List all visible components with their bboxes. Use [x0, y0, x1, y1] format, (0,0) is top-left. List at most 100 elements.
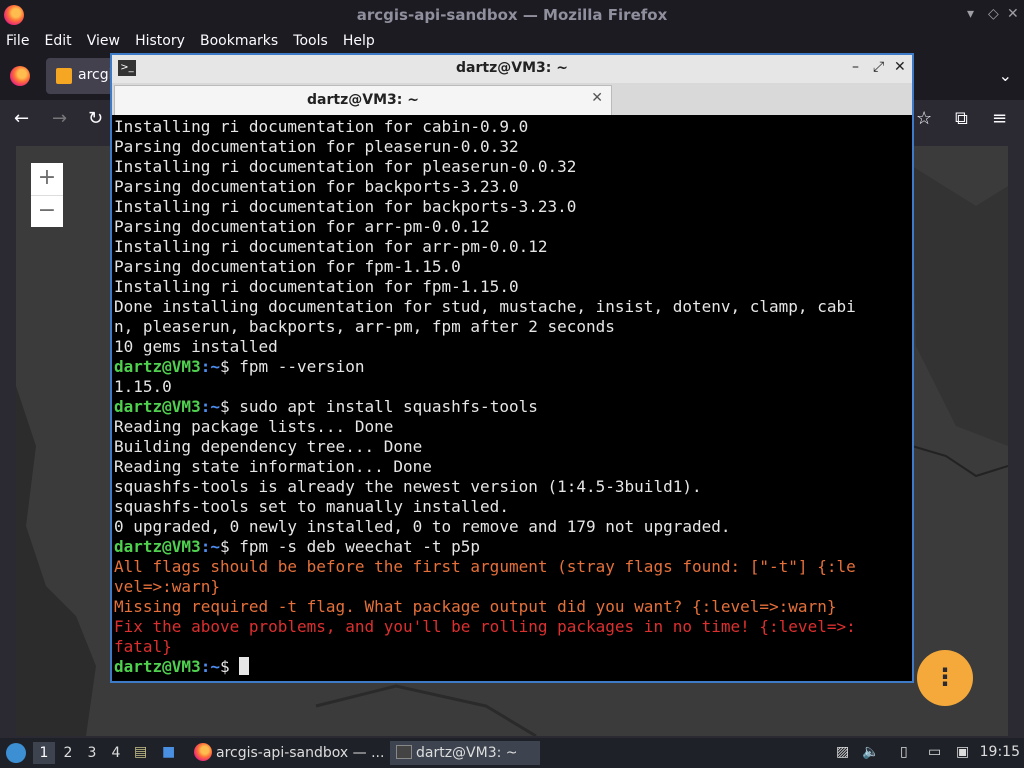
terminal-line: Reading state information... Done: [114, 457, 910, 477]
menu-tools[interactable]: Tools: [293, 31, 328, 49]
prompt-path: :~: [200, 357, 220, 376]
terminal-tab-label: dartz@VM3: ~: [307, 92, 419, 108]
zoom-in-button[interactable]: +: [31, 163, 63, 195]
terminal-cursor: [239, 657, 250, 675]
clock[interactable]: 19:15: [980, 744, 1020, 760]
hamburger-menu-icon[interactable]: ≡: [992, 108, 1007, 129]
task-terminal-label: dartz@VM3: ~: [416, 745, 518, 761]
desktop-icon[interactable]: ■: [162, 744, 175, 760]
terminal-line-text: Parsing documentation for fpm-1.15.0: [114, 257, 461, 276]
zoom-out-button[interactable]: −: [31, 196, 63, 228]
terminal-line-text: 1.15.0: [114, 377, 172, 396]
terminal-task-icon: [396, 745, 412, 759]
terminal-maximize-icon[interactable]: ⤢: [873, 59, 884, 75]
workspace-1[interactable]: 1: [33, 742, 55, 764]
menu-history[interactable]: History: [135, 31, 185, 49]
terminal-line-text: squashfs-tools set to manually installed…: [114, 497, 509, 516]
terminal-line: Parsing documentation for fpm-1.15.0: [114, 257, 910, 277]
terminal-output[interactable]: Installing ri documentation for cabin-0.…: [114, 117, 910, 679]
terminal-line: dartz@VM3:~$ sudo apt install squashfs-t…: [114, 397, 910, 417]
terminal-line: Installing ri documentation for cabin-0.…: [114, 117, 910, 137]
terminal-line: n, pleaserun, backports, arr-pm, fpm aft…: [114, 317, 910, 337]
forward-arrow-icon[interactable]: →: [52, 108, 67, 129]
file-manager-icon[interactable]: ▤: [134, 744, 147, 760]
task-firefox[interactable]: arcgis-api-sandbox — ...: [194, 741, 386, 765]
prompt-command: $ sudo apt install squashfs-tools: [219, 397, 538, 416]
prompt-path: :~: [200, 397, 220, 416]
terminal-line-text: Building dependency tree... Done: [114, 437, 423, 456]
prompt-path: :~: [200, 537, 220, 556]
prompt-command: $ fpm -s deb weechat -t p5p: [219, 537, 481, 556]
terminal-tabbar: dartz@VM3: ~ ✕: [112, 83, 912, 115]
network-icon[interactable]: ▭: [928, 744, 941, 760]
menu-edit[interactable]: Edit: [45, 31, 72, 49]
terminal-line-text: Parsing documentation for arr-pm-0.0.12: [114, 217, 490, 236]
browser-tab-label: arcgi: [78, 67, 113, 83]
terminal-titlebar: >_ dartz@VM3: ~ – ⤢ ✕: [112, 55, 912, 83]
list-tabs-chevron-icon[interactable]: ⌄: [999, 66, 1012, 85]
workspace-3[interactable]: 3: [81, 742, 103, 764]
terminal-line-text: Reading state information... Done: [114, 457, 432, 476]
terminal-line: Installing ri documentation for fpm-1.15…: [114, 277, 910, 297]
back-arrow-icon[interactable]: ←: [14, 108, 29, 129]
terminal-line-text: 10 gems installed: [114, 337, 278, 356]
terminal-line-text: vel=>:warn}: [114, 577, 220, 596]
terminal-line: Installing ri documentation for pleaseru…: [114, 157, 910, 177]
volume-icon[interactable]: 🔈: [862, 744, 879, 760]
more-options-fab[interactable]: ⋮: [917, 650, 973, 706]
prompt-path: :~: [200, 657, 220, 676]
menu-file[interactable]: File: [6, 31, 29, 49]
terminal-line: dartz@VM3:~$ fpm --version: [114, 357, 910, 377]
terminal-line-text: Parsing documentation for backports-3.23…: [114, 177, 519, 196]
task-firefox-label: arcgis-api-sandbox — ...: [216, 745, 385, 761]
firefox-view-icon[interactable]: [10, 66, 30, 86]
close-icon[interactable]: ✕: [1007, 6, 1019, 22]
maximize-icon[interactable]: ◇: [988, 6, 999, 22]
terminal-line-text: 0 upgraded, 0 newly installed, 0 to remo…: [114, 517, 731, 536]
terminal-line: Missing required -t flag. What package o…: [114, 597, 910, 617]
updates-icon[interactable]: ▣: [956, 744, 969, 760]
terminal-minimize-icon[interactable]: –: [852, 59, 859, 75]
clipboard-icon[interactable]: ▯: [900, 744, 908, 760]
terminal-line-text: Installing ri documentation for fpm-1.15…: [114, 277, 519, 296]
terminal-line: Building dependency tree... Done: [114, 437, 910, 457]
task-terminal[interactable]: dartz@VM3: ~: [390, 741, 540, 765]
prompt-user: dartz@VM3: [114, 397, 201, 416]
minimize-icon[interactable]: ▾: [967, 6, 974, 22]
prompt-user: dartz@VM3: [114, 537, 201, 556]
terminal-line-text: Reading package lists... Done: [114, 417, 394, 436]
terminal-tab[interactable]: dartz@VM3: ~ ✕: [114, 85, 612, 115]
terminal-close-icon[interactable]: ✕: [894, 59, 906, 75]
brightness-icon[interactable]: ▨: [836, 744, 849, 760]
start-menu-icon[interactable]: [6, 743, 26, 763]
terminal-line-text: Parsing documentation for pleaserun-0.0.…: [114, 137, 519, 156]
terminal-line-text: Installing ri documentation for backport…: [114, 197, 577, 216]
terminal-line: vel=>:warn}: [114, 577, 910, 597]
terminal-line: Done installing documentation for stud, …: [114, 297, 910, 317]
taskbar: 1 2 3 4 ▤ ■ arcgis-api-sandbox — ... dar…: [0, 738, 1024, 768]
favicon-icon: [56, 68, 72, 84]
reload-icon[interactable]: ↻: [88, 108, 103, 129]
terminal-line-text: Installing ri documentation for arr-pm-0…: [114, 237, 548, 256]
menu-bookmarks[interactable]: Bookmarks: [200, 31, 278, 49]
bookmark-star-icon[interactable]: ☆: [916, 108, 932, 129]
firefox-window-title: arcgis-api-sandbox — Mozilla Firefox: [356, 6, 668, 24]
terminal-line-text: fatal}: [114, 637, 172, 656]
terminal-tab-close-icon[interactable]: ✕: [591, 90, 603, 106]
workspace-2[interactable]: 2: [57, 742, 79, 764]
terminal-line-text: Missing required -t flag. What package o…: [114, 597, 837, 616]
terminal-line: Reading package lists... Done: [114, 417, 910, 437]
zoom-control: + −: [31, 163, 63, 227]
terminal-line: Parsing documentation for backports-3.23…: [114, 177, 910, 197]
terminal-line: Parsing documentation for pleaserun-0.0.…: [114, 137, 910, 157]
extensions-icon[interactable]: ⧉: [955, 108, 968, 129]
terminal-window-title: dartz@VM3: ~: [456, 60, 568, 76]
terminal-line: Installing ri documentation for backport…: [114, 197, 910, 217]
terminal-line-text: n, pleaserun, backports, arr-pm, fpm aft…: [114, 317, 615, 336]
menu-help[interactable]: Help: [343, 31, 375, 49]
prompt-user: dartz@VM3: [114, 657, 201, 676]
terminal-line-text: Installing ri documentation for cabin-0.…: [114, 117, 529, 136]
workspace-4[interactable]: 4: [105, 742, 127, 764]
menu-view[interactable]: View: [87, 31, 120, 49]
terminal-line: 1.15.0: [114, 377, 910, 397]
